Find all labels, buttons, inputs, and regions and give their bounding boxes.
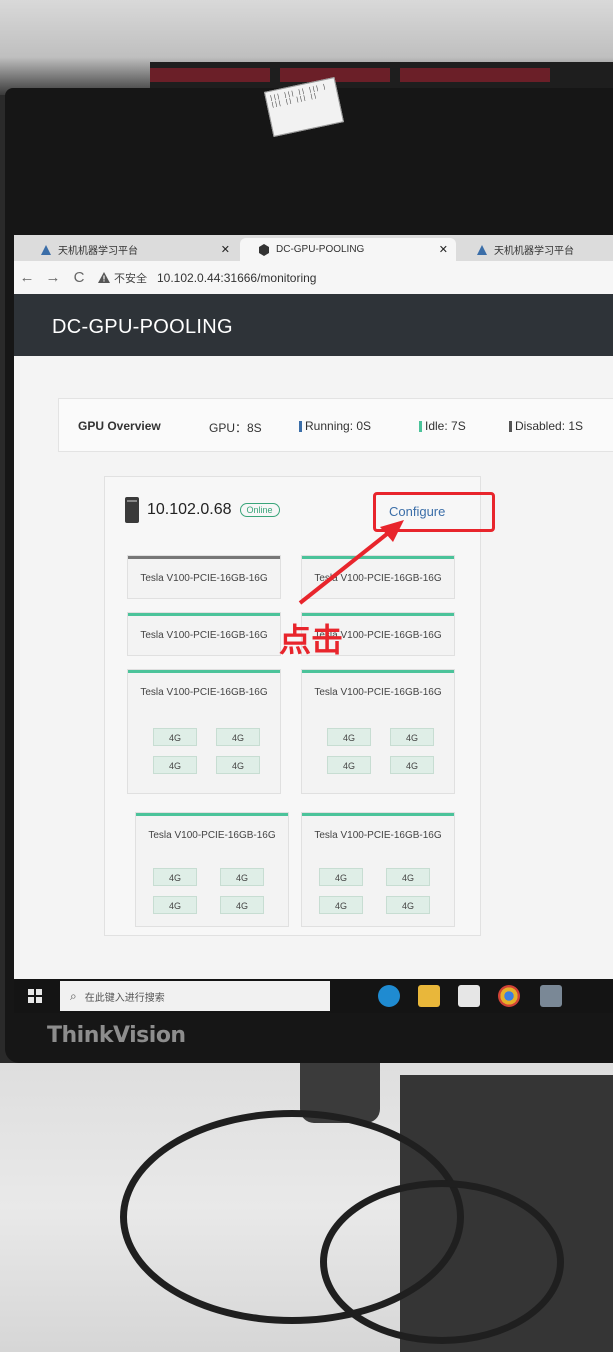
annotation-text: 点击 — [279, 621, 344, 659]
annotation-arrow — [298, 520, 404, 605]
